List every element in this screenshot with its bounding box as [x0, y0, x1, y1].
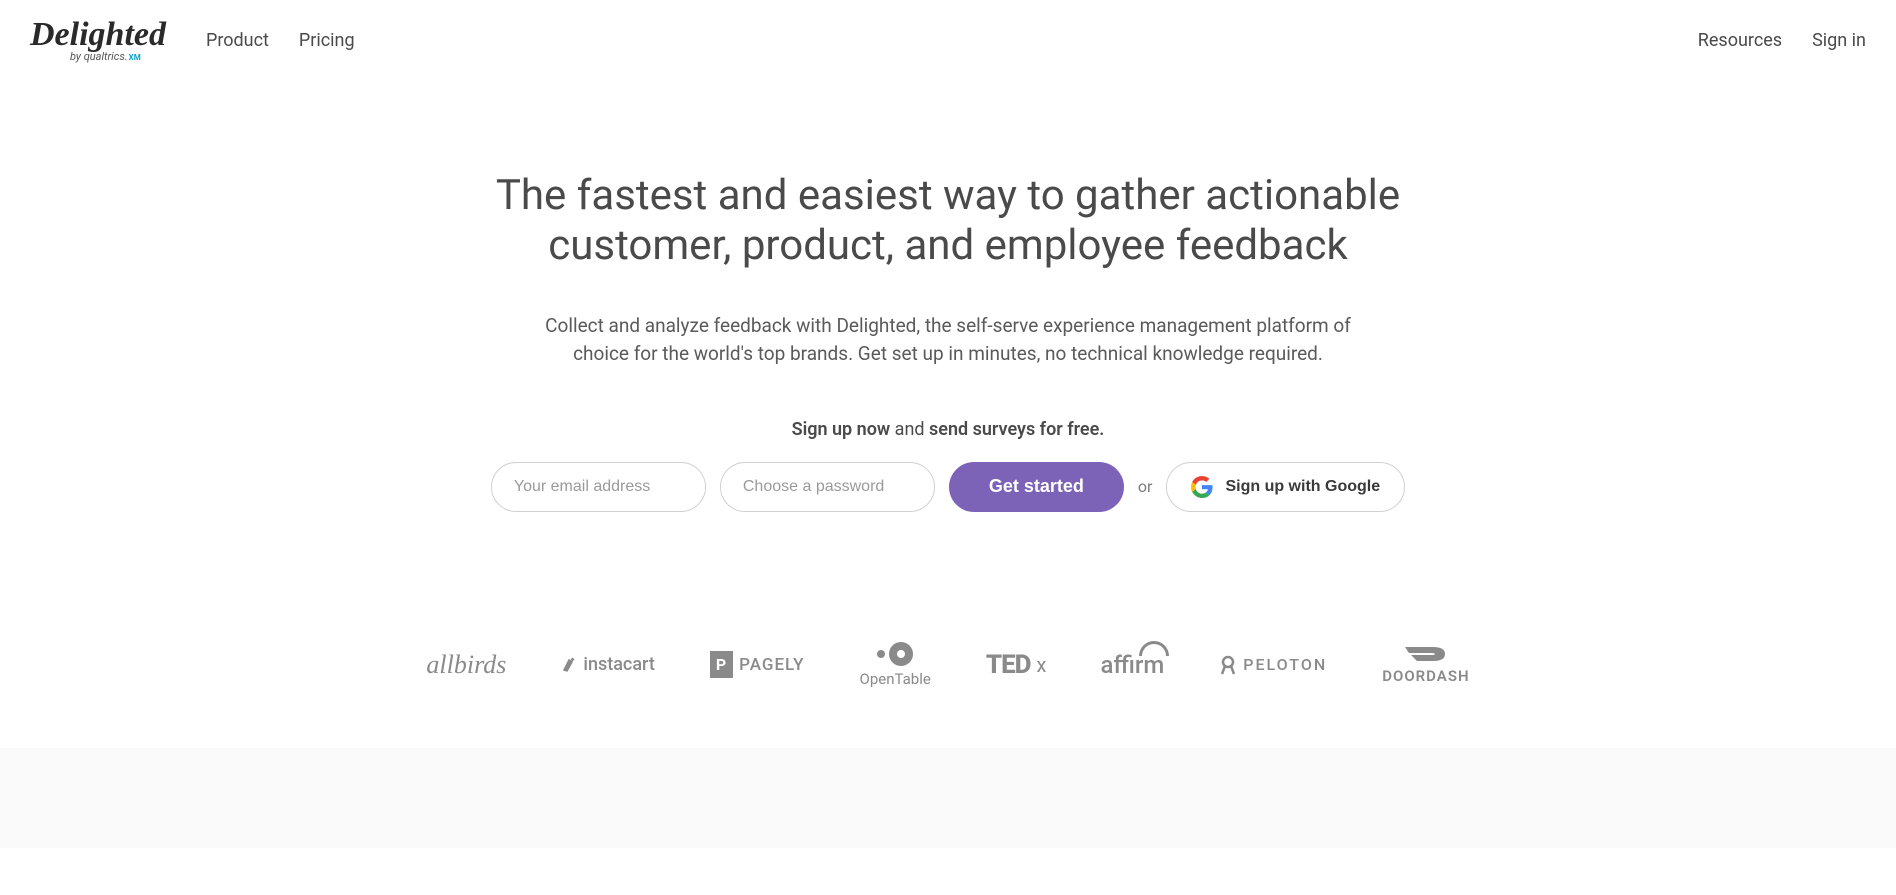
- logo-main: Delighted: [30, 18, 166, 52]
- brand-pagely: P PAGELY: [710, 651, 805, 678]
- carrot-icon: [561, 657, 577, 673]
- nav-signin[interactable]: Sign in: [1812, 30, 1866, 51]
- google-button-label: Sign up with Google: [1225, 478, 1380, 496]
- peloton-label: PELOTON: [1243, 655, 1327, 674]
- or-divider: or: [1138, 477, 1153, 496]
- brand-opentable: OpenTable: [860, 642, 931, 688]
- header-left: Delighted by qualtrics.XM Product Pricin…: [30, 18, 355, 63]
- logo-sub-brand: qualtrics.: [84, 50, 128, 63]
- brand-doordash: DOORDASH: [1382, 645, 1469, 685]
- nav-right: Resources Sign in: [1698, 30, 1866, 51]
- doordash-label: DOORDASH: [1382, 667, 1469, 685]
- peloton-icon: [1219, 654, 1237, 676]
- brand-instacart: instacart: [561, 654, 654, 675]
- opentable-label: OpenTable: [860, 670, 931, 688]
- email-field[interactable]: [491, 462, 706, 512]
- google-signup-button[interactable]: Sign up with Google: [1166, 462, 1405, 512]
- prompt-bold2: send surveys for free.: [929, 419, 1104, 440]
- brand-affirm: affirm: [1100, 651, 1164, 679]
- password-field[interactable]: [720, 462, 935, 512]
- logo-sub-badge: XM: [129, 53, 141, 62]
- logo-sub-prefix: by: [70, 50, 84, 63]
- get-started-button[interactable]: Get started: [949, 462, 1124, 512]
- brand-peloton: PELOTON: [1219, 654, 1327, 676]
- pagely-label: PAGELY: [739, 655, 804, 675]
- tedx-x: x: [1037, 653, 1046, 677]
- logo-subtitle: by qualtrics.XM: [70, 50, 141, 63]
- nav-left: Product Pricing: [206, 30, 355, 51]
- opentable-icon: [877, 642, 913, 666]
- hero-section: The fastest and easiest way to gather ac…: [448, 81, 1448, 572]
- nav-pricing[interactable]: Pricing: [299, 30, 355, 51]
- tedx-main: TED: [986, 650, 1031, 680]
- logo[interactable]: Delighted by qualtrics.XM: [30, 18, 166, 63]
- instacart-label: instacart: [583, 654, 654, 675]
- prompt-mid: and: [890, 419, 929, 440]
- pagely-icon: P: [710, 651, 733, 678]
- brand-tedx: TEDx: [986, 650, 1046, 680]
- hero-title: The fastest and easiest way to gather ac…: [468, 171, 1428, 272]
- signup-prompt: Sign up now and send surveys for free.: [468, 419, 1428, 440]
- affirm-arc-icon: [1139, 641, 1169, 656]
- header: Delighted by qualtrics.XM Product Pricin…: [0, 0, 1896, 81]
- google-icon: [1191, 476, 1213, 498]
- hero-subtitle: Collect and analyze feedback with Deligh…: [518, 312, 1378, 369]
- nav-resources[interactable]: Resources: [1698, 30, 1782, 51]
- nav-product[interactable]: Product: [206, 30, 269, 51]
- footer-space: [0, 748, 1896, 848]
- prompt-bold1: Sign up now: [792, 419, 891, 440]
- signup-form: Get started or Sign up with Google: [468, 462, 1428, 512]
- brand-allbirds: allbirds: [426, 650, 506, 680]
- doordash-wing-icon: [1403, 645, 1448, 663]
- brand-logos: allbirds instacart P PAGELY OpenTable TE…: [0, 572, 1896, 748]
